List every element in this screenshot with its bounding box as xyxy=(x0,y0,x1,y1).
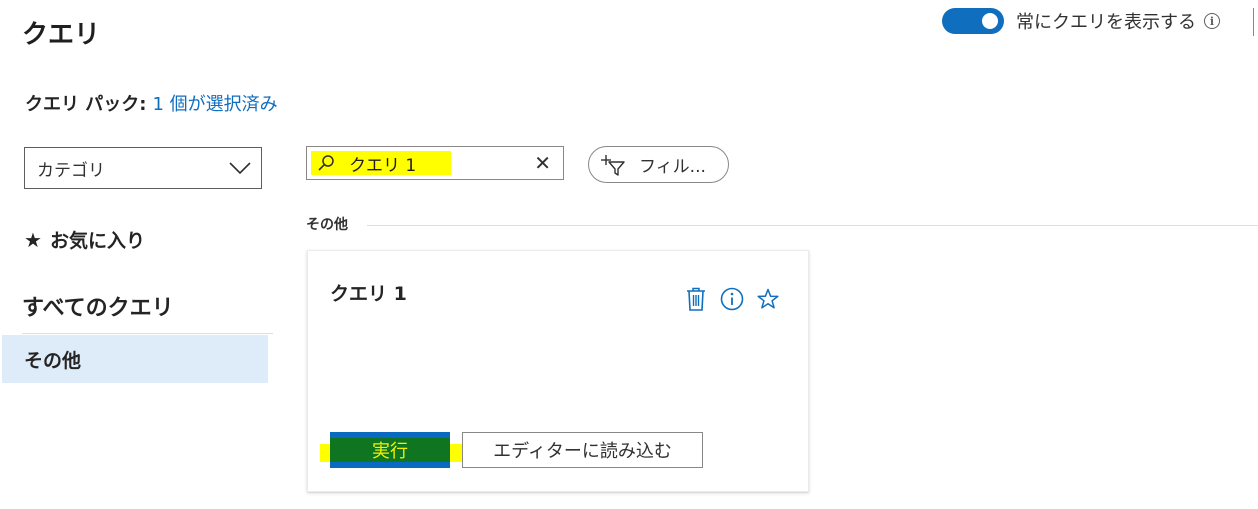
query-pack-line: クエリ パック: 1 個が選択済み xyxy=(25,90,278,116)
category-dropdown[interactable]: カテゴリ xyxy=(24,147,262,189)
category-dropdown-value: カテゴリ xyxy=(37,160,105,181)
query-card-title: クエリ 1 xyxy=(330,283,407,305)
star-icon: ★ xyxy=(24,227,42,252)
info-icon-glyph: i xyxy=(1209,14,1215,28)
search-icon xyxy=(317,154,335,172)
query-pack-selected-link[interactable]: 1 個が選択済み xyxy=(152,94,277,115)
query-card-actions xyxy=(684,287,780,311)
sidebar-item-other[interactable]: その他 xyxy=(2,335,268,383)
chevron-down-icon xyxy=(229,162,251,175)
info-icon[interactable]: i xyxy=(1204,13,1220,29)
page-title: クエリ xyxy=(22,20,101,50)
filter-button-label: フィル... xyxy=(639,157,706,177)
always-show-queries-toggle-row: 常にクエリを表示する i xyxy=(942,6,1220,36)
info-icon[interactable] xyxy=(720,287,744,311)
add-filter-icon xyxy=(601,154,625,176)
always-show-queries-toggle[interactable] xyxy=(942,8,1004,34)
group-divider xyxy=(367,225,1258,226)
sidebar-item-label: その他 xyxy=(24,349,82,372)
toggle-knob xyxy=(982,13,998,29)
sidebar-divider xyxy=(22,333,273,334)
run-button[interactable]: 実行 xyxy=(330,432,450,468)
star-outline-icon[interactable] xyxy=(756,287,780,311)
sidebar-item-favorites[interactable]: ★ お気に入り xyxy=(24,226,145,253)
header-divider xyxy=(1253,8,1254,36)
toggle-label: 常にクエリを表示する xyxy=(1016,12,1196,33)
query-pack-label: クエリ パック: xyxy=(25,94,147,115)
clear-search-icon[interactable]: ✕ xyxy=(534,153,551,173)
load-to-editor-button[interactable]: エディターに読み込む xyxy=(462,432,703,468)
sidebar-item-label: お気に入り xyxy=(49,230,145,252)
group-label: その他 xyxy=(306,217,348,233)
add-filter-button[interactable]: フィル... xyxy=(588,146,729,183)
all-queries-heading: すべてのクエリ xyxy=(22,296,174,321)
search-input-value: クエリ 1 xyxy=(349,155,417,176)
trash-icon[interactable] xyxy=(684,287,708,311)
search-input[interactable]: クエリ 1 ✕ xyxy=(306,146,564,180)
